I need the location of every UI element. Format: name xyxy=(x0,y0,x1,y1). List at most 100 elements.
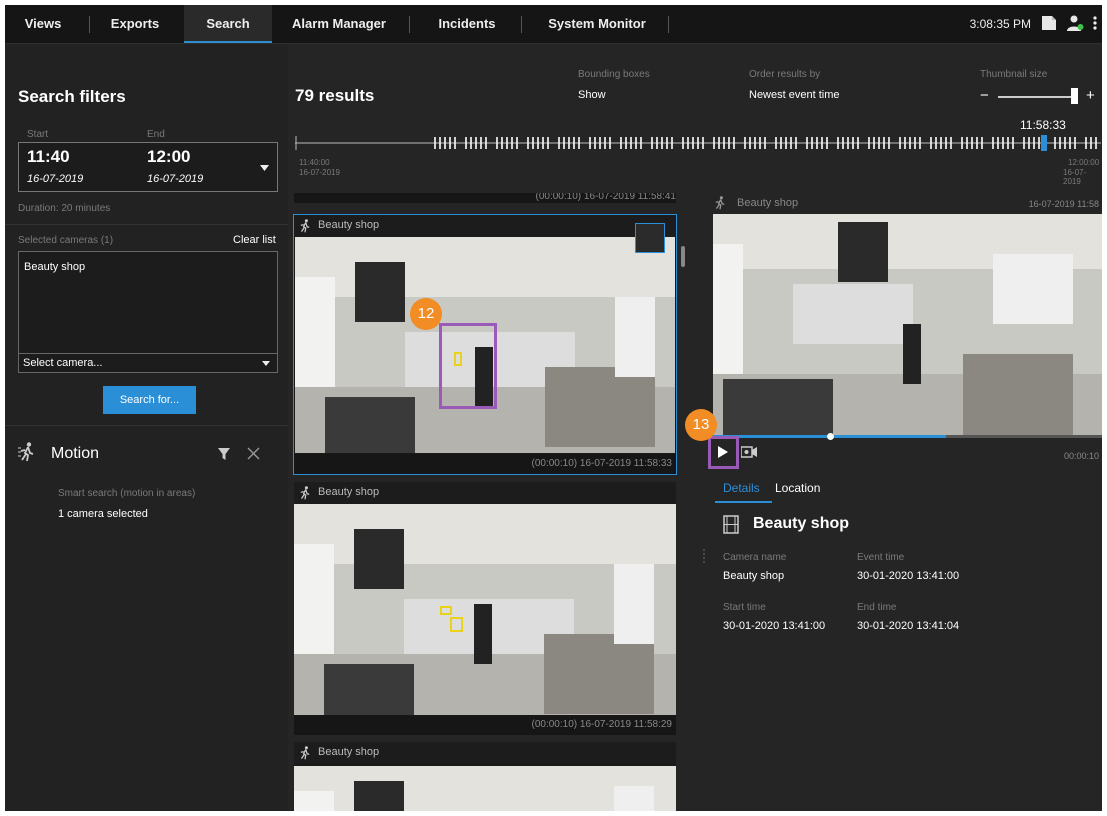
clear-list-link[interactable]: Clear list xyxy=(233,234,276,246)
end-time-value: 30-01-2020 13:41:04 xyxy=(857,620,960,632)
thumbnail-size-minus[interactable]: − xyxy=(980,87,989,104)
result-thumbnail[interactable]: Beauty shop xyxy=(294,742,676,811)
search-timeline[interactable] xyxy=(295,133,1101,157)
divider xyxy=(5,425,288,426)
timeline-end-date: 16-07-2019 xyxy=(1063,168,1087,186)
motion-marker-box xyxy=(439,323,497,409)
user-status-icon[interactable] xyxy=(1066,14,1084,32)
more-menu-icon[interactable] xyxy=(1090,14,1100,32)
preview-header: Beauty shop 16-07-2019 11:58 xyxy=(705,192,1102,214)
select-camera-label: Select camera... xyxy=(23,357,103,369)
time-range-picker[interactable]: 11:40 16-07-2019 12:00 16-07-2019 xyxy=(18,142,278,192)
tab-exports[interactable]: Exports xyxy=(97,5,173,43)
camera-icon[interactable] xyxy=(741,446,757,458)
event-time-value: 30-01-2020 13:41:00 xyxy=(857,570,960,582)
preview-video[interactable] xyxy=(713,214,1102,436)
notification-icon[interactable] xyxy=(1040,14,1058,32)
camera-name-label: Camera name xyxy=(723,552,787,563)
bounding-boxes-label: Bounding boxes xyxy=(578,69,650,80)
event-time-label: Event time xyxy=(857,552,905,563)
thumbnail-header: Beauty shop xyxy=(294,215,676,237)
bounding-box xyxy=(450,617,463,632)
divider xyxy=(5,224,288,225)
details-title: Beauty shop xyxy=(753,515,850,532)
top-navigation-bar: Views Exports Search Alarm Manager Incid… xyxy=(5,5,1102,44)
duration: Duration: 20 minutes xyxy=(18,203,111,214)
preview-camera-name: Beauty shop xyxy=(737,197,799,209)
selected-cameras-label: Selected cameras (1) xyxy=(18,235,114,246)
select-camera-dropdown[interactable]: Select camera... xyxy=(18,353,278,373)
thumbnail-camera-name: Beauty shop xyxy=(318,746,380,758)
thumbnail-size-label: Thumbnail size xyxy=(980,69,1048,80)
thumbnail-size-slider[interactable] xyxy=(998,96,1076,98)
motion-walk-icon xyxy=(300,486,310,500)
preview-progress-track[interactable] xyxy=(713,435,1102,438)
tab-incidents[interactable]: Incidents xyxy=(417,5,517,43)
tab-details[interactable]: Details xyxy=(723,481,760,495)
tab-alarm-manager[interactable]: Alarm Manager xyxy=(284,5,394,43)
bounding-boxes-value[interactable]: Show xyxy=(578,89,606,101)
preview-duration: 00:00:10 xyxy=(1063,451,1099,461)
motion-walk-icon xyxy=(300,219,310,233)
app-window: Views Exports Search Alarm Manager Incid… xyxy=(5,5,1102,811)
tab-views[interactable]: Views xyxy=(5,5,81,43)
tab-system-monitor[interactable]: System Monitor xyxy=(529,5,665,43)
timeline-start-date: 16-07-2019 xyxy=(299,168,340,177)
timeline-start-time: 11:40:00 xyxy=(299,158,330,167)
camera-list-item[interactable]: Beauty shop xyxy=(24,261,85,273)
thumbnail-header: Beauty shop xyxy=(294,742,676,764)
thumbnail-camera-name: Beauty shop xyxy=(318,486,380,498)
callout-12: 12 xyxy=(410,298,442,330)
preview-progress-handle[interactable] xyxy=(827,433,834,440)
chevron-down-icon xyxy=(262,361,270,366)
tab-separator xyxy=(521,16,522,33)
tab-separator xyxy=(409,16,410,33)
start-time-value: 30-01-2020 13:41:00 xyxy=(723,620,826,632)
filters-title: Search filters xyxy=(18,87,126,106)
tab-separator xyxy=(668,16,669,33)
thumbnail-size-plus[interactable]: + xyxy=(1086,87,1095,104)
start-label: Start xyxy=(27,129,49,140)
clock: 3:08:35 PM xyxy=(969,17,1031,31)
tab-details-underline xyxy=(715,501,772,503)
motion-walk-icon xyxy=(300,746,310,760)
camera-footage-image xyxy=(294,504,676,715)
chevron-down-icon[interactable] xyxy=(260,165,269,171)
film-icon xyxy=(723,515,739,534)
result-thumbnail-selected[interactable]: Beauty shop 12 (00:00:10) 16-07-2019 11:… xyxy=(293,214,677,475)
results-count: 79 results xyxy=(295,86,375,105)
end-time: 12:00 xyxy=(147,147,191,166)
camera-name-value: Beauty shop xyxy=(723,570,785,582)
timeline-end-time: 12:00:00 xyxy=(1068,158,1100,167)
thumbnail-camera-name: Beauty shop xyxy=(318,219,380,231)
start-time: 11:40 xyxy=(27,147,70,166)
camera-list: Beauty shop xyxy=(18,251,278,354)
motion-walk-icon xyxy=(715,196,725,210)
result-thumbnail-partial[interactable]: (00:00:10) 16-07-2019 11:58:41 xyxy=(294,193,676,203)
thumbnail-size-handle[interactable] xyxy=(1071,88,1078,104)
tab-location[interactable]: Location xyxy=(775,481,820,495)
bounding-box xyxy=(440,606,452,615)
play-icon[interactable] xyxy=(717,446,729,458)
filter-icon[interactable] xyxy=(218,448,230,460)
thumbnail-select-checkbox[interactable] xyxy=(635,223,665,253)
search-for-button[interactable]: Search for... xyxy=(103,386,196,414)
motion-title: Motion xyxy=(51,445,100,462)
camera-footage-image xyxy=(294,766,676,811)
callout-13: 13 xyxy=(685,409,717,441)
thumbnail-header: Beauty shop xyxy=(294,482,676,504)
thumbnail-footer: (00:00:10) 16-07-2019 11:58:33 xyxy=(294,454,676,474)
motion-cameras: 1 camera selected xyxy=(58,508,148,520)
end-date: 16-07-2019 xyxy=(147,173,204,185)
motion-walk-icon xyxy=(18,442,34,462)
order-results-label: Order results by xyxy=(749,69,821,80)
thumbnail-footer: (00:00:10) 16-07-2019 11:58:29 xyxy=(294,715,676,735)
resize-handle-icon[interactable] xyxy=(702,548,706,566)
preview-timestamp: 16-07-2019 11:58 xyxy=(1028,199,1099,209)
order-results-value[interactable]: Newest event time xyxy=(749,89,839,101)
results-scrollbar[interactable] xyxy=(681,246,685,267)
start-time-label: Start time xyxy=(723,602,766,613)
close-icon[interactable] xyxy=(247,447,260,460)
result-thumbnail[interactable]: Beauty shop (00:00:10) 16-07-2019 11:58:… xyxy=(294,482,676,735)
tab-search[interactable]: Search xyxy=(184,5,272,43)
